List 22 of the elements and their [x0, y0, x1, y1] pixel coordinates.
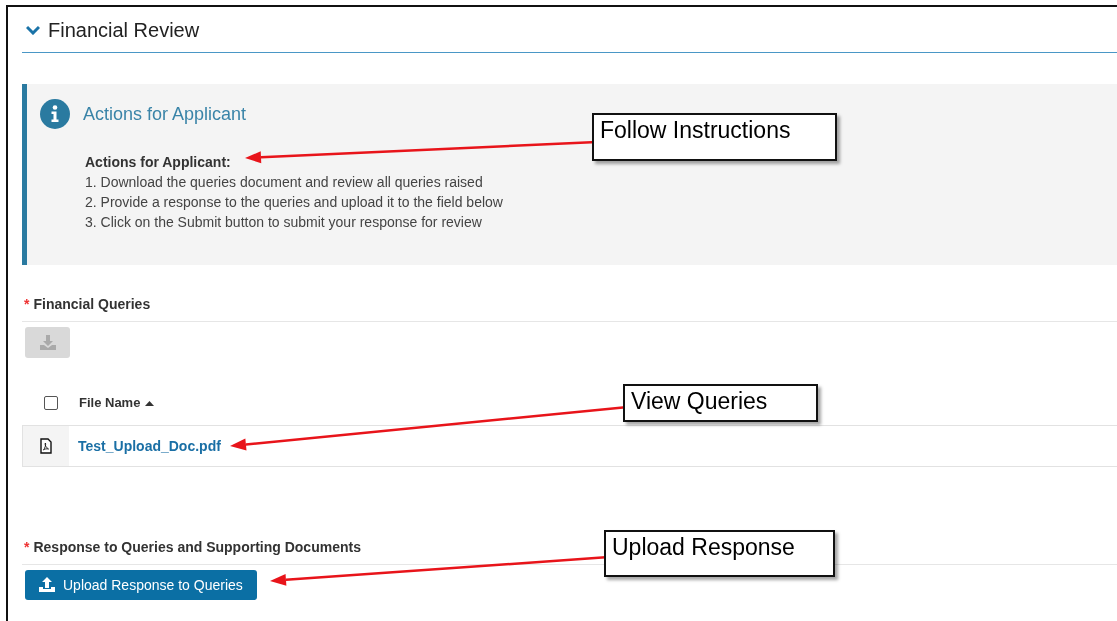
file-link[interactable]: Test_Upload_Doc.pdf — [78, 435, 221, 457]
info-title: Actions for Applicant — [83, 102, 247, 126]
info-icon — [39, 98, 71, 130]
select-all-checkbox[interactable] — [43, 396, 58, 410]
instruction-step: 2. Provide a response to the queries and upload it to the field below — [85, 192, 1117, 212]
callout-label: Follow Instructions — [592, 113, 837, 161]
field-label: Financial Queries — [33, 296, 151, 312]
required-asterisk: * — [24, 539, 30, 555]
chevron-down-icon[interactable] — [26, 24, 40, 35]
instructions-heading: Actions for Applicant: — [85, 153, 232, 172]
upload-icon — [38, 577, 56, 593]
callout-label: View Queries — [623, 384, 818, 422]
instruction-step: 1. Download the queries document and review all queries raised — [85, 172, 1117, 192]
column-header[interactable]: File Name — [79, 393, 155, 413]
callout-label: Upload Response — [604, 530, 835, 577]
field-label: Response to Queries and Supporting Documents — [33, 539, 361, 555]
section-title: Financial Review — [48, 17, 200, 43]
upload-button[interactable]: Upload Response to Queries — [25, 570, 257, 600]
pdf-file-icon — [40, 438, 52, 454]
required-asterisk: * — [24, 296, 30, 312]
download-icon — [38, 334, 57, 351]
instruction-step: 3. Click on the Submit button to submit your response for review — [85, 212, 1117, 232]
